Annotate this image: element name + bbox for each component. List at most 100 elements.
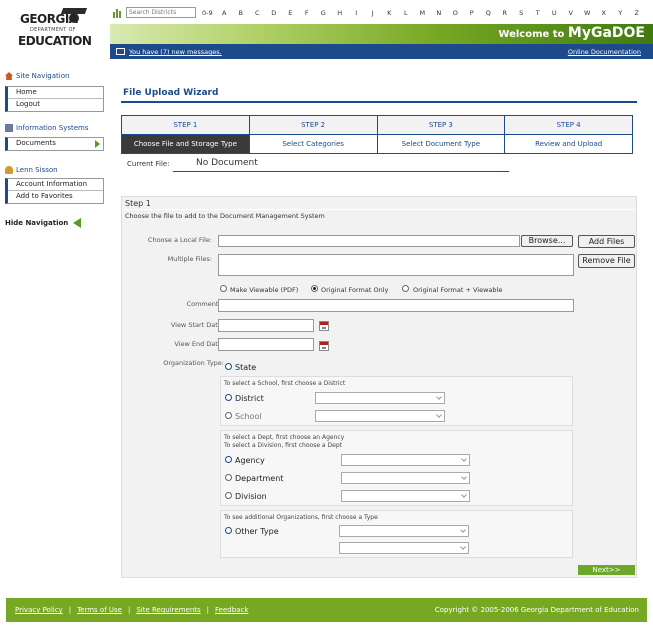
terms-of-use-link[interactable]: Terms of Use (77, 606, 122, 614)
alpha-index-letter-h[interactable]: H (332, 9, 349, 17)
division-hint: To select a Division, first choose a Dep… (224, 442, 342, 449)
alpha-index-letter-l[interactable]: L (398, 9, 415, 17)
copyright-text: Copyright © 2005-2006 Georgia Department… (434, 606, 639, 614)
district-select[interactable] (315, 392, 445, 404)
logo-text-sub: DEPARTMENT OF (30, 27, 76, 33)
current-file-divider (173, 171, 509, 172)
alpha-index: 0-9 A B C D E F G H I J K L M N O P Q R S T U V W X Y Z (202, 9, 645, 17)
alpha-index-letter-w[interactable]: W (579, 9, 596, 17)
other-organization-select[interactable] (339, 542, 469, 554)
sidebar-item-account-information[interactable]: Account Information (8, 179, 103, 191)
privacy-policy-link[interactable]: Privacy Policy (15, 606, 63, 614)
footer-separator: | (206, 606, 210, 614)
gadoe-logo[interactable]: GEORGIA DEPARTMENT OF EDUCATION (6, 4, 104, 62)
alpha-index-letter-p[interactable]: P (464, 9, 481, 17)
new-messages-link[interactable]: You have (7) new messages. (129, 48, 222, 56)
current-file-label: Current File: (127, 160, 170, 168)
department-select[interactable] (341, 472, 470, 484)
agency-select[interactable] (341, 454, 470, 466)
tab-step-4[interactable]: STEP 4 Review and Upload (505, 116, 632, 153)
alpha-index-letter-k[interactable]: K (381, 9, 398, 17)
radio-district[interactable] (225, 394, 232, 401)
tab-step-3[interactable]: STEP 3 Select Document Type (377, 116, 506, 153)
radio-make-viewable[interactable] (220, 285, 227, 292)
radio-state[interactable] (225, 363, 232, 370)
logo-text-bottom: EDUCATION (18, 34, 92, 48)
alpha-index-letter-t[interactable]: T (530, 9, 547, 17)
view-end-date-input[interactable] (218, 338, 314, 351)
district-label: District (235, 394, 264, 403)
local-file-input[interactable] (218, 235, 520, 247)
alpha-index-letter-j[interactable]: J (365, 9, 382, 17)
chevron-down-icon (461, 492, 467, 498)
footer-links: Privacy Policy | Terms of Use | Site Req… (15, 606, 248, 614)
tab-step-1[interactable]: STEP 1 Choose File and Storage Type (122, 116, 250, 153)
multiple-files-list[interactable] (218, 254, 574, 276)
sidebar-item-logout[interactable]: Logout (8, 99, 103, 111)
add-files-button[interactable]: Add Files (578, 235, 635, 248)
arrow-right-icon (95, 140, 100, 148)
sidebar-item-home[interactable]: Home (8, 87, 103, 99)
information-systems-heading: Information Systems (5, 124, 89, 132)
alpha-index-letter-g[interactable]: G (315, 9, 332, 17)
alpha-index-letter-v[interactable]: V (563, 9, 580, 17)
alpha-index-letter-n[interactable]: N (431, 9, 448, 17)
alpha-index-letter-x[interactable]: X (596, 9, 613, 17)
original-format-only-label: Original Format Only (321, 286, 389, 294)
other-type-select[interactable] (339, 525, 469, 537)
current-file-value: No Document (196, 158, 258, 168)
house-icon (5, 72, 13, 80)
alpha-index-letter-s[interactable]: S (513, 9, 530, 17)
other-type-panel: To see additional Organizations, first c… (220, 510, 573, 558)
step-title: Step 1 (125, 199, 151, 208)
alpha-index-letter-z[interactable]: Z (629, 9, 646, 17)
calendar-icon[interactable] (319, 341, 329, 351)
district-school-panel: To select a School, first choose a Distr… (220, 376, 573, 426)
alpha-index-letter-c[interactable]: C (249, 9, 266, 17)
alpha-index-letter-b[interactable]: B (233, 9, 250, 17)
tab-step-2[interactable]: STEP 2 Select Categories (249, 116, 378, 153)
hide-navigation-toggle[interactable]: Hide Navigation (5, 218, 82, 228)
radio-school[interactable] (225, 412, 232, 419)
alpha-index-letter-u[interactable]: U (546, 9, 563, 17)
view-start-date-input[interactable] (218, 319, 314, 332)
remove-file-button[interactable]: Remove File (578, 254, 635, 268)
feedback-link[interactable]: Feedback (215, 606, 248, 614)
other-type-label: Other Type (235, 527, 279, 536)
sidebar-item-documents[interactable]: Documents (8, 138, 103, 150)
site-requirements-link[interactable]: Site Requirements (136, 606, 200, 614)
alpha-index-letter-m[interactable]: M (414, 9, 431, 17)
footer-separator: | (127, 606, 131, 614)
alpha-index-letter-e[interactable]: E (282, 9, 299, 17)
radio-original-plus-viewable[interactable] (402, 285, 409, 292)
chevron-down-icon (460, 527, 466, 533)
division-label: Division (235, 492, 267, 501)
radio-original-format-only[interactable] (311, 285, 318, 292)
alpha-index-letter-d[interactable]: D (266, 9, 283, 17)
online-documentation-link[interactable]: Online Documentation (568, 48, 641, 56)
alpha-index-letter-a[interactable]: A (216, 9, 233, 17)
sidebar-item-add-to-favorites[interactable]: Add to Favorites (8, 191, 103, 203)
radio-agency[interactable] (225, 456, 232, 463)
alpha-index-letter-q[interactable]: Q (480, 9, 497, 17)
alpha-index-letter-f[interactable]: F (299, 9, 316, 17)
radio-other-type[interactable] (225, 527, 232, 534)
dept-hint: To select a Dept, first choose an Agency (224, 434, 345, 441)
alpha-index-digits[interactable]: 0-9 (202, 9, 216, 17)
alpha-index-letter-r[interactable]: R (497, 9, 514, 17)
division-select[interactable] (341, 490, 470, 502)
calendar-icon[interactable] (319, 321, 329, 331)
comments-input[interactable] (218, 299, 574, 312)
next-button[interactable]: Next>> (578, 565, 635, 575)
message-bar: You have (7) new messages. Online Docume… (110, 44, 653, 59)
search-districts-input[interactable] (126, 7, 196, 18)
radio-department[interactable] (225, 474, 232, 481)
browse-button[interactable]: Browse... (521, 235, 573, 247)
alpha-index-letter-i[interactable]: I (348, 9, 365, 17)
alpha-index-letter-o[interactable]: O (447, 9, 464, 17)
other-hint: To see additional Organizations, first c… (224, 514, 378, 521)
school-select[interactable] (315, 410, 445, 422)
arrow-left-icon (73, 218, 82, 228)
alpha-index-letter-y[interactable]: Y (612, 9, 629, 17)
radio-division[interactable] (225, 492, 232, 499)
